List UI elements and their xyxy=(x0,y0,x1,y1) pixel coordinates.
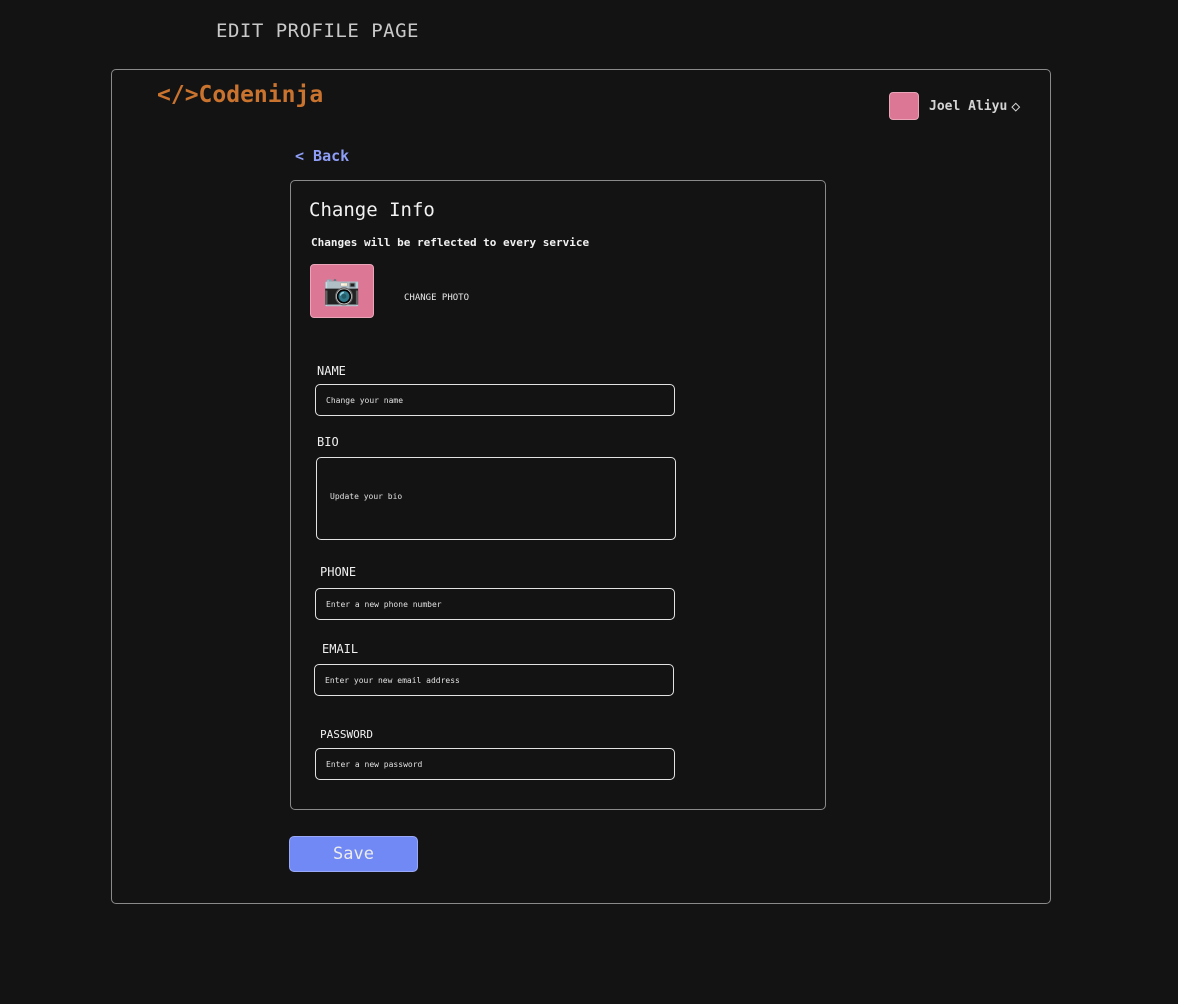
user-name[interactable]: Joel Aliyu xyxy=(929,99,1007,114)
password-input[interactable] xyxy=(315,748,675,780)
user-menu[interactable]: Joel Aliyu ◇ xyxy=(889,92,1020,120)
card-title: Change Info xyxy=(309,199,435,221)
phone-input[interactable] xyxy=(315,588,675,620)
dropdown-diamond-icon[interactable]: ◇ xyxy=(1011,97,1020,115)
logo[interactable]: </>Codeninja xyxy=(157,82,323,108)
avatar[interactable] xyxy=(889,92,919,120)
card-subtitle: Changes will be reflected to every servi… xyxy=(311,236,590,249)
password-label: PASSWORD xyxy=(320,728,373,741)
email-input[interactable] xyxy=(314,664,674,696)
back-link[interactable]: < Back xyxy=(295,147,349,165)
camera-icon: 📷 xyxy=(323,273,361,308)
name-label: NAME xyxy=(317,364,346,378)
bio-textarea[interactable] xyxy=(316,457,676,540)
bio-label: BIO xyxy=(317,435,339,449)
name-input[interactable] xyxy=(315,384,675,416)
change-photo-button[interactable]: CHANGE PHOTO xyxy=(404,293,469,303)
email-label: EMAIL xyxy=(322,642,359,656)
profile-photo[interactable]: 📷 xyxy=(310,264,374,318)
phone-label: PHONE xyxy=(320,565,357,579)
save-button[interactable]: Save xyxy=(289,836,418,872)
page-heading: EDIT PROFILE PAGE xyxy=(216,20,419,42)
